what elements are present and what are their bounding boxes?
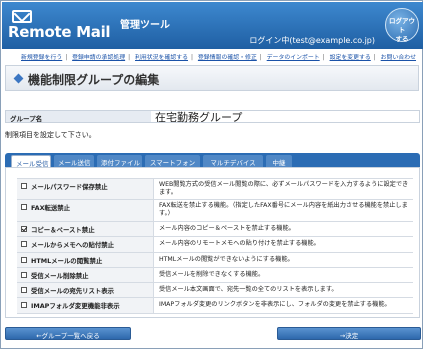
nav-link-approval[interactable]: 登録申請の承認処理 (72, 55, 125, 61)
restriction-description: 受信メール本文画面で、宛先一覧の全てのリストを表示します。 (159, 286, 338, 294)
restrictions-table: メールパスワード保存禁止 WEB閲覧方式の受信メール閲覧の際に、必ずメールパスワー… (5, 167, 420, 318)
restriction-name: IMAPフォルダ変更機能非表示 (31, 302, 120, 311)
restriction-description: WEB閲覧方式の受信メール閲覧の際に、必ずメールパスワードを入力するように設定で… (159, 181, 409, 196)
restriction-name-cell: メールパスワード保存禁止 (17, 179, 154, 199)
group-name-row: グループ名 在宅勤務グループ (5, 110, 420, 124)
restriction-row: 受信メール削除禁止 受信メールを削除できなくする機能。 (17, 267, 413, 284)
restriction-name: 受信メールの宛先リスト表示 (31, 287, 115, 296)
remote-mail-logo: Remote Mail (8, 8, 111, 44)
logout-label-line1: ログアウト (389, 17, 415, 34)
restriction-name-cell: コピー＆ペースト禁止 (17, 222, 154, 237)
restriction-row: メールからメモへの貼付禁止 メール内容のリモートメモへの貼り付けを禁止する機能。 (17, 237, 413, 253)
tab-smartphone[interactable]: スマートフォン (145, 155, 200, 167)
nav-separator: | (191, 55, 194, 61)
restriction-description: メール内容のリモートメモへの貼り付けを禁止する機能。 (159, 240, 320, 248)
restriction-row: HTMLメールの閲覧禁止 HTMLメールの閲覧ができないようにする機能。 (17, 252, 413, 268)
page-title-bar: 機能制限グループの編集 (5, 65, 419, 91)
restriction-name-cell: メールからメモへの貼付禁止 (17, 237, 154, 252)
tab-mail-receive[interactable]: メール受信 (11, 155, 51, 168)
nav-link-import[interactable]: データのインポート (267, 55, 320, 61)
group-name-label: グループ名 (6, 111, 151, 123)
restriction-row: メールパスワード保存禁止 WEB閲覧方式の受信メール閲覧の際に、必ずメールパスワー… (17, 178, 413, 200)
nav-link-settings[interactable]: 設定を変更する (330, 55, 371, 61)
nav-separator: | (373, 55, 376, 61)
nav-link-usage[interactable]: 利用状況を確認する (135, 55, 188, 61)
nav-separator: | (322, 55, 325, 61)
restriction-name-cell: FAX転送禁止 (17, 200, 154, 221)
restriction-name-cell: 受信メール削除禁止 (17, 267, 154, 283)
restriction-checkbox[interactable] (21, 241, 27, 248)
nav-link-contact[interactable]: お問い合わせ (381, 55, 416, 61)
tab-relay[interactable]: 中継 (266, 155, 292, 167)
restriction-description: メール内容のコピー＆ペーストを禁止する機能。 (159, 225, 295, 232)
restriction-row: FAX転送禁止 FAX転送を禁止する機能。（指定したFAX番号にメール内容を紙出力… (17, 200, 413, 222)
page-title: 機能制限グループの編集 (28, 73, 160, 87)
logout-button[interactable]: ログアウト する (385, 8, 419, 43)
header: Remote Mail 管理ツール ログイン中(test@example.co.… (2, 2, 423, 49)
nav-link-edit-info[interactable]: 登録情報の確認・修正 (198, 55, 257, 61)
diamond-icon (13, 73, 24, 84)
restriction-name-cell: IMAPフォルダ変更機能非表示 (17, 298, 154, 313)
logout-label-line2: する (395, 35, 409, 43)
group-name-value: 在宅勤務グループ (155, 111, 243, 124)
restriction-checkbox[interactable] (21, 204, 27, 210)
submit-button[interactable]: →決定 (277, 327, 421, 340)
restriction-name: メールからメモへの貼付禁止 (31, 241, 115, 250)
login-info: ログイン中(test@example.co.jp) (249, 36, 375, 45)
nav-link-new-registration[interactable]: 新規登録を行う (21, 55, 62, 61)
app-window: Remote Mail 管理ツール ログイン中(test@example.co.… (0, 0, 423, 349)
restriction-checkbox[interactable] (21, 226, 27, 232)
restriction-description: HTMLメールの閲覧ができないようにする機能。 (159, 255, 294, 263)
top-nav: 新規登録を行う | 登録申請の承認処理 | 利用状況を確認する | 登録情報の確認・修… (21, 52, 416, 62)
restriction-name: FAX転送禁止 (31, 204, 71, 212)
envelope-icon (12, 10, 32, 23)
restriction-name: HTMLメールの閲覧禁止 (31, 256, 103, 265)
restriction-description: IMAPフォルダ変更のリンクボタンを非表示にし、フォルダの変更を禁止する機能。 (159, 301, 391, 309)
restriction-checkbox[interactable] (21, 302, 27, 309)
restriction-name-cell: HTMLメールの閲覧禁止 (17, 252, 154, 267)
restriction-row: IMAPフォルダ変更機能非表示 IMAPフォルダ変更のリンクボタンを非表示にし、フ… (17, 298, 413, 314)
tab-attachments[interactable]: 添付ファイル (97, 155, 142, 167)
restriction-name: コピー＆ペースト禁止 (31, 226, 95, 234)
logo-text: Remote Mail (8, 23, 111, 41)
restriction-checkbox[interactable] (21, 256, 27, 263)
restriction-checkbox[interactable] (21, 271, 27, 278)
restriction-row: コピー＆ペースト禁止 メール内容のコピー＆ペーストを禁止する機能。 (17, 222, 413, 238)
restrictions-list: メールパスワード保存禁止 WEB閲覧方式の受信メール閲覧の際に、必ずメールパスワー… (17, 178, 413, 314)
tab-mail-send[interactable]: メール送信 (54, 155, 94, 167)
restriction-name-cell: 受信メールの宛先リスト表示 (17, 283, 154, 298)
restriction-name: メールパスワード保存禁止 (31, 183, 108, 191)
tab-bar: メール受信 メール送信 添付ファイル スマートフォン マルチデバイス 中継 (5, 153, 420, 168)
restriction-description: 受信メールを削除できなくする機能。 (159, 270, 265, 278)
restriction-checkbox[interactable] (21, 183, 27, 189)
nav-separator: | (128, 55, 131, 61)
nav-separator: | (259, 55, 262, 61)
app-title: 管理ツール (120, 20, 170, 31)
restriction-checkbox[interactable] (21, 287, 27, 294)
restriction-description: FAX転送を禁止する機能。（指定したFAX番号にメール内容を紙出力させる機能を禁… (159, 202, 408, 217)
restriction-row: 受信メールの宛先リスト表示 受信メール本文画面で、宛先一覧の全てのリストを表示しま… (17, 283, 413, 299)
nav-separator: | (65, 55, 68, 61)
back-to-group-list-button[interactable]: ←グループ一覧へ戻る (5, 327, 131, 340)
instruction-text: 制限項目を設定して下さい。 (5, 131, 96, 139)
tab-multi-device[interactable]: マルチデバイス (203, 155, 263, 167)
restriction-name: 受信メール削除禁止 (31, 271, 89, 280)
